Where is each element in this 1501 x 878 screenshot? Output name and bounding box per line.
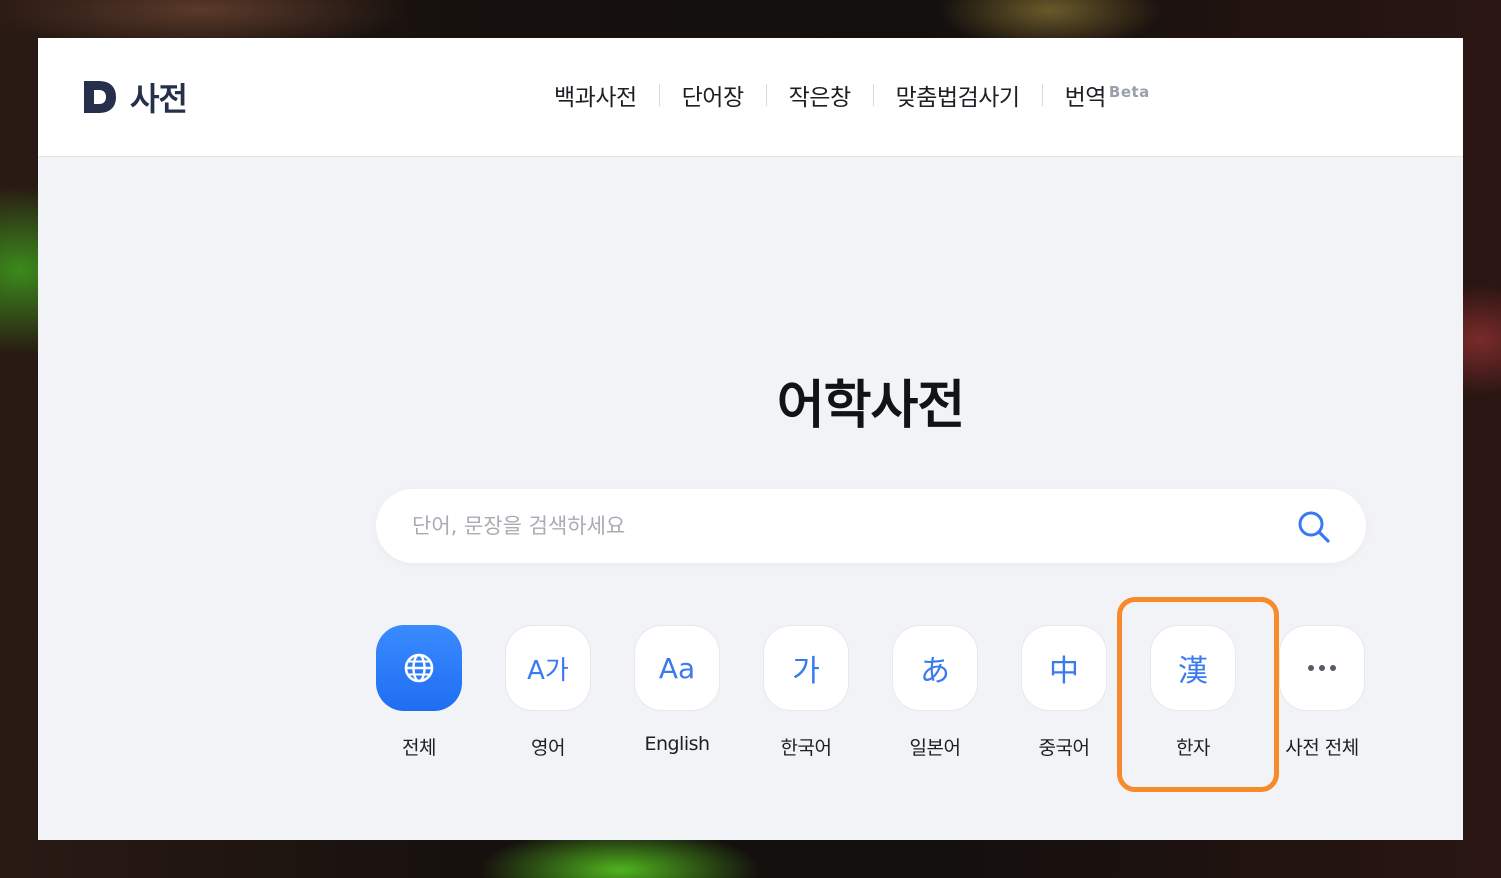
category-label: 한자 xyxy=(1176,737,1210,759)
search-icon[interactable] xyxy=(1296,509,1332,545)
nav-divider xyxy=(658,84,660,106)
nav-divider xyxy=(1041,84,1043,106)
top-nav: 백과사전 단어장 작은창 맞춤법검사기 번역 Beta xyxy=(554,78,1150,112)
logo[interactable]: 사전 xyxy=(82,74,188,120)
category-japanese[interactable]: あ 일본어 xyxy=(892,625,978,760)
category-label: English xyxy=(644,733,710,755)
category-chinese[interactable]: 中 중국어 xyxy=(1021,625,1107,760)
page-title: 어학사전 xyxy=(776,376,965,436)
hanja-icon: 漢 xyxy=(1150,625,1236,711)
category-english[interactable]: A가 영어 xyxy=(505,625,591,760)
more-icon xyxy=(1279,625,1365,711)
nav-item-mini-window[interactable]: 작은창 xyxy=(789,78,851,112)
english-icon: Aa xyxy=(634,625,720,711)
nav-item-spell-checker[interactable]: 맞춤법검사기 xyxy=(896,78,1020,112)
category-label: 일본어 xyxy=(909,737,961,759)
globe-icon xyxy=(376,625,462,711)
category-label: 전체 xyxy=(402,737,436,759)
category-label: 한국어 xyxy=(780,737,832,759)
category-hanja[interactable]: 漢 한자 xyxy=(1150,625,1236,760)
logo-text: 사전 xyxy=(130,80,188,118)
dictionary-categories: 전체 A가 영어 Aa English 가 한국어 あ 일본어 中 중국어 漢 … xyxy=(376,625,1365,760)
search-input[interactable] xyxy=(412,514,1272,538)
chinese-icon: 中 xyxy=(1021,625,1107,711)
category-label: 영어 xyxy=(531,737,565,759)
beta-badge: Beta xyxy=(1108,83,1150,101)
japanese-icon: あ xyxy=(892,625,978,711)
nav-item-translate-label: 번역 xyxy=(1064,85,1107,111)
nav-item-wordbook[interactable]: 단어장 xyxy=(682,78,744,112)
category-all[interactable]: 전체 xyxy=(376,625,462,760)
category-english-english[interactable]: Aa English xyxy=(634,625,720,760)
top-header: 사전 백과사전 단어장 작은창 맞춤법검사기 번역 Beta xyxy=(38,38,1463,157)
search-box xyxy=(376,489,1366,563)
nav-divider xyxy=(872,84,874,106)
category-label: 중국어 xyxy=(1038,737,1090,759)
category-label: 사전 전체 xyxy=(1285,737,1359,759)
nav-item-translate[interactable]: 번역 Beta xyxy=(1065,78,1150,112)
daum-d-logo-icon xyxy=(84,81,116,113)
nav-divider xyxy=(765,84,767,106)
category-all-dictionaries[interactable]: 사전 전체 xyxy=(1279,625,1365,760)
nav-item-encyclopedia[interactable]: 백과사전 xyxy=(554,78,637,112)
english-korean-icon: A가 xyxy=(505,625,591,711)
dictionary-page: 사전 백과사전 단어장 작은창 맞춤법검사기 번역 Beta 어학사전 단어, … xyxy=(38,38,1463,840)
category-korean[interactable]: 가 한국어 xyxy=(763,625,849,760)
korean-icon: 가 xyxy=(763,625,849,711)
